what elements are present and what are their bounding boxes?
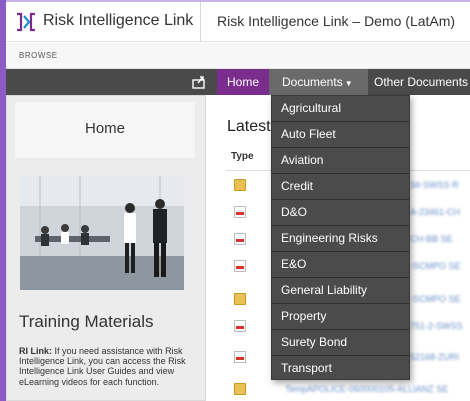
- ribbon-bar: BROWSE: [6, 43, 470, 69]
- training-materials-text: RI Link: If you need assistance with Ris…: [19, 346, 201, 387]
- folder-icon: [234, 383, 246, 395]
- table-row-link[interactable]: -SCMPO SE: [410, 294, 461, 304]
- home-tile[interactable]: Home: [15, 102, 195, 158]
- table-row-link[interactable]: A-23461-CH: [410, 207, 460, 217]
- pdf-icon: [234, 233, 246, 245]
- pdf-icon: [234, 260, 246, 272]
- menu-item-agricultural[interactable]: Agricultural: [272, 96, 409, 122]
- menu-item-property[interactable]: Property: [272, 304, 409, 330]
- table-row-link[interactable]: CH-BB SE: [410, 234, 453, 244]
- folder-icon: [234, 293, 246, 305]
- app-title[interactable]: Risk Intelligence Link: [43, 12, 193, 30]
- header-divider: [200, 2, 201, 42]
- menu-item-aviation[interactable]: Aviation: [272, 148, 409, 174]
- training-materials-heading: Training Materials: [19, 312, 154, 331]
- nav-documents-label: Documents: [282, 75, 343, 89]
- menu-item-auto-fleet[interactable]: Auto Fleet: [272, 122, 409, 148]
- documents-dropdown-menu: Agricultural Auto Fleet Aviation Credit …: [271, 95, 410, 380]
- table-row-link[interactable]: -SCMPO SE: [410, 261, 461, 271]
- left-panel: Home Training Materials RI Link: If you …: [6, 95, 206, 401]
- office-meeting-photo: [20, 176, 184, 290]
- nav-home[interactable]: Home: [217, 69, 269, 95]
- ribbon-tab-browse[interactable]: BROWSE: [19, 51, 58, 60]
- home-tile-label: Home: [84, 120, 125, 137]
- menu-item-surety-bond[interactable]: Surety Bond: [272, 330, 409, 356]
- menu-item-general-liability[interactable]: General Liability: [272, 278, 409, 304]
- site-title[interactable]: Risk Intelligence Link – Demo (LatAm): [217, 13, 455, 29]
- caret-down-icon: ▼: [344, 79, 353, 88]
- nav-other-documents-label: Other Documents: [374, 75, 469, 89]
- risk-intelligence-logo-icon[interactable]: [15, 11, 37, 33]
- menu-item-e-and-o[interactable]: E&O: [272, 252, 409, 278]
- training-lead: RI Link:: [19, 346, 52, 356]
- table-row-link[interactable]: TempAPOLICE-060000105-ALLIANZ SE: [285, 384, 448, 394]
- menu-item-credit[interactable]: Credit: [272, 174, 409, 200]
- suite-header: Risk Intelligence Link Risk Intelligence…: [6, 2, 470, 42]
- latest-heading: Latest: [227, 118, 271, 135]
- top-navigation: Home Documents▼ Other Documents▼: [6, 69, 470, 95]
- folder-icon: [234, 179, 246, 191]
- nav-documents[interactable]: Documents ▼: [269, 69, 368, 95]
- pdf-icon: [234, 351, 246, 363]
- pdf-icon: [234, 320, 246, 332]
- menu-item-engineering-risks[interactable]: Engineering Risks: [272, 226, 409, 252]
- table-row-link[interactable]: 34-SWSS R: [410, 180, 459, 190]
- menu-item-transport[interactable]: Transport: [272, 356, 409, 382]
- nav-other-documents[interactable]: Other Documents▼: [368, 69, 470, 95]
- table-row-link[interactable]: 751-2-SWSS: [410, 321, 463, 331]
- column-header-type[interactable]: Type: [231, 151, 254, 162]
- pdf-icon: [234, 206, 246, 218]
- menu-item-d-and-o[interactable]: D&O: [272, 200, 409, 226]
- table-row-link[interactable]: 52168-ZURI: [410, 352, 459, 362]
- share-icon[interactable]: [191, 74, 207, 90]
